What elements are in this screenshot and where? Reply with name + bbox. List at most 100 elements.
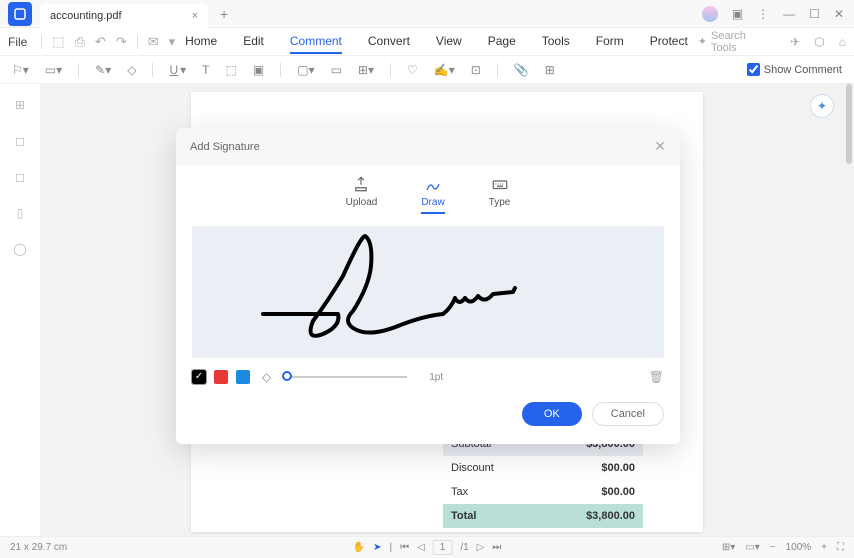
signature-tool[interactable]: ✍▾ — [434, 63, 455, 77]
show-comment-checkbox[interactable] — [747, 63, 760, 76]
maximize-icon[interactable]: ☐ — [809, 7, 820, 21]
first-page-icon[interactable]: ⏮ — [400, 542, 409, 553]
menu-comment[interactable]: Comment — [290, 30, 342, 54]
menu-home[interactable]: Home — [185, 30, 217, 54]
show-comment-toggle[interactable]: Show Comment — [747, 63, 842, 76]
measure-tool[interactable]: ⊞▾ — [358, 63, 374, 77]
show-comment-label: Show Comment — [764, 64, 842, 76]
add-signature-modal: Add Signature ✕ Upload Draw Type ◇ 1pt 🗑 — [176, 128, 680, 444]
color-black[interactable] — [192, 370, 206, 384]
minimize-icon[interactable]: — — [783, 7, 795, 21]
menu-page[interactable]: Page — [488, 30, 516, 54]
bookmark-icon[interactable]: ◻ — [15, 134, 25, 148]
page-number-input[interactable]: 1 — [433, 540, 453, 555]
tab-draw[interactable]: Draw — [421, 175, 444, 214]
menu-tools[interactable]: Tools — [542, 30, 570, 54]
zoom-out-icon[interactable]: − — [770, 542, 776, 553]
mail-icon[interactable]: ✉ — [148, 34, 159, 50]
invoice-table: Subtotal $3,800.00 Discount $00.00 Tax $… — [443, 432, 643, 528]
comment-toolbar: ⚐▾ ▭▾ ✎▾ ◇ U▾ T ⬚ ▣ ▢▾ ▭ ⊞▾ ♡ ✍▾ ⊡ 📎 ⊞ S… — [0, 56, 854, 84]
close-window-icon[interactable]: ✕ — [834, 7, 844, 21]
pencil-tool[interactable]: ✎▾ — [95, 63, 111, 77]
select-tool-icon[interactable]: ➤ — [373, 542, 381, 553]
main-menu: Home Edit Comment Convert View Page Tool… — [185, 30, 688, 54]
search-icon[interactable]: ◯ — [13, 242, 26, 256]
home-icon[interactable]: ⌂ — [839, 35, 846, 49]
color-blue[interactable] — [236, 370, 250, 384]
area-tool[interactable]: ▣ — [253, 63, 264, 77]
text-tool[interactable]: T — [202, 63, 209, 77]
cloud-icon[interactable]: ⬡ — [814, 35, 824, 49]
notification-icon[interactable]: ▣ — [732, 7, 743, 21]
stamp-tool[interactable]: ♡ — [407, 63, 418, 77]
menu-edit[interactable]: Edit — [243, 30, 264, 54]
link-tool[interactable]: ⊞ — [545, 63, 555, 77]
shape-tool[interactable]: ▢▾ — [297, 63, 314, 77]
hand-tool-icon[interactable]: ✋ — [353, 542, 365, 553]
underline-tool[interactable]: U▾ — [169, 63, 186, 77]
stamp2-tool[interactable]: ⊡ — [471, 63, 481, 77]
draw-icon — [424, 175, 442, 193]
total-label: Total — [451, 510, 476, 522]
stroke-slider[interactable] — [287, 376, 407, 378]
modal-title: Add Signature — [190, 141, 260, 153]
eraser-tool[interactable]: ◇ — [127, 63, 136, 77]
dropdown-icon[interactable]: ▾ — [169, 34, 176, 50]
layout-icon[interactable]: ▭▾ — [745, 542, 759, 553]
page-dimensions: 21 x 29.7 cm — [10, 542, 67, 553]
thumbnails-icon[interactable]: ⊞ — [15, 98, 25, 112]
next-page-icon[interactable]: ▷ — [477, 542, 485, 553]
color-red[interactable] — [214, 370, 228, 384]
callout-tool[interactable]: ▭ — [331, 63, 342, 77]
menu-protect[interactable]: Protect — [650, 30, 688, 54]
modal-close-icon[interactable]: ✕ — [654, 138, 666, 155]
textbox-tool[interactable]: ⬚ — [226, 63, 237, 77]
last-page-icon[interactable]: ⏭ — [492, 542, 501, 553]
slider-thumb[interactable] — [282, 371, 292, 381]
window-controls: ▣ ⋮ — ☐ ✕ — [702, 6, 854, 22]
menu-convert[interactable]: Convert — [368, 30, 410, 54]
attachment-tool[interactable]: 📎 — [514, 63, 529, 77]
eraser-icon[interactable]: ◇ — [262, 370, 271, 384]
more-icon[interactable]: ⋮ — [757, 7, 769, 21]
send-icon[interactable]: ✈ — [790, 35, 800, 49]
statusbar: 21 x 29.7 cm ✋ ➤ | ⏮ ◁ 1 /1 ▷ ⏭ ⊞▾ ▭▾ − … — [0, 536, 854, 558]
search-tools[interactable]: ✦ Search Tools — [698, 30, 770, 54]
print-icon[interactable]: ⎙ — [75, 34, 85, 50]
ok-button[interactable]: OK — [522, 402, 582, 426]
menu-form[interactable]: Form — [596, 30, 624, 54]
comment-panel-icon[interactable]: ◻ — [15, 170, 25, 184]
close-tab-icon[interactable]: × — [192, 10, 198, 22]
redo-icon[interactable]: ↷ — [116, 34, 127, 50]
vertical-scrollbar[interactable] — [846, 84, 852, 164]
document-tab[interactable]: accounting.pdf × — [40, 4, 208, 28]
table-row: Discount $00.00 — [443, 456, 643, 480]
trash-icon[interactable]: 🗑 — [649, 370, 664, 384]
menu-view[interactable]: View — [436, 30, 462, 54]
tab-type[interactable]: Type — [489, 175, 511, 214]
fit-width-icon[interactable]: ⊞▾ — [722, 542, 735, 553]
attachment-panel-icon[interactable]: ▯ — [17, 206, 24, 220]
modal-tabs: Upload Draw Type — [176, 165, 680, 220]
highlight-tool[interactable]: ▭▾ — [45, 63, 62, 77]
undo-icon[interactable]: ↶ — [95, 34, 106, 50]
cancel-button[interactable]: Cancel — [592, 402, 664, 426]
zoom-value[interactable]: 100% — [786, 542, 812, 553]
table-row: Tax $00.00 — [443, 480, 643, 504]
table-row-total: Total $3,800.00 — [443, 504, 643, 528]
tab-draw-label: Draw — [421, 197, 444, 208]
fullscreen-icon[interactable]: ⛶ — [837, 542, 844, 553]
note-tool[interactable]: ⚐▾ — [12, 63, 29, 77]
signature-canvas[interactable] — [192, 226, 664, 358]
avatar[interactable] — [702, 6, 718, 22]
discount-value: $00.00 — [601, 462, 635, 474]
tab-upload-label: Upload — [346, 197, 378, 208]
save-icon[interactable]: ⬚ — [52, 34, 64, 50]
zoom-in-icon[interactable]: + — [821, 542, 827, 553]
add-tab-icon[interactable]: + — [220, 6, 228, 22]
ai-assist-icon[interactable]: ✦ — [810, 94, 834, 118]
prev-page-icon[interactable]: ◁ — [417, 542, 425, 553]
tab-upload[interactable]: Upload — [346, 175, 378, 214]
modal-header: Add Signature ✕ — [176, 128, 680, 165]
file-menu[interactable]: File — [8, 35, 27, 49]
